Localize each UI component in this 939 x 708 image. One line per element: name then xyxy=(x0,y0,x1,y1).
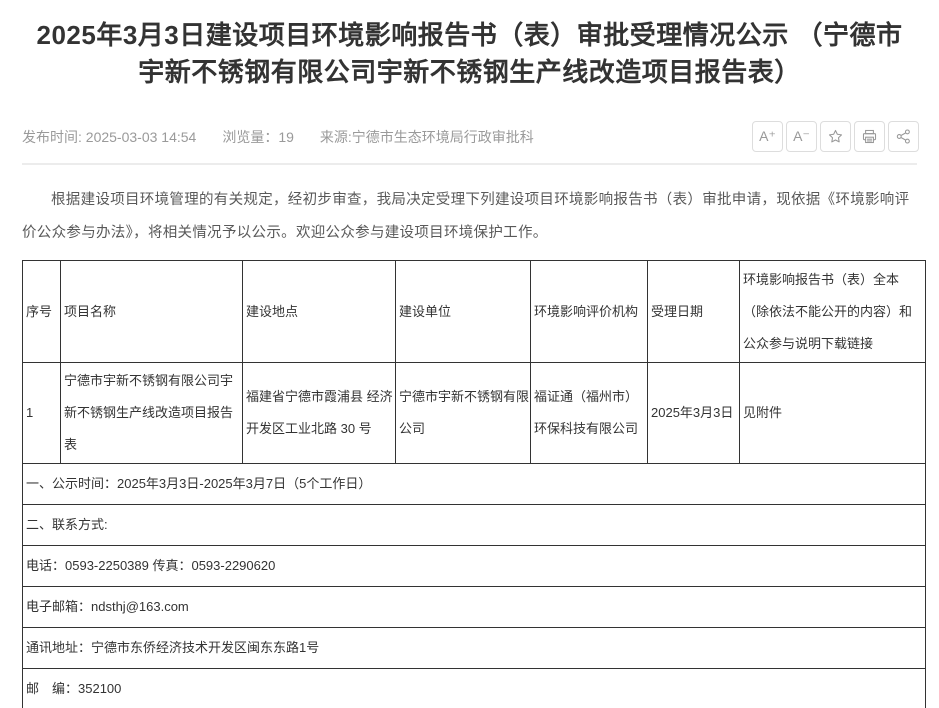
col-header-eia-agency: 环境影响评价机构 xyxy=(531,261,648,363)
cell-project-name: 宁德市宇新不锈钢有限公司宇新不锈钢生产线改造项目报告表 xyxy=(61,363,243,464)
approval-table: 序号 项目名称 建设地点 建设单位 环境影响评价机构 受理日期 环境影响报告书（… xyxy=(22,260,926,708)
notice-row-email: 电子邮箱：ndsthj@163.com xyxy=(23,587,926,628)
table-header-row: 序号 项目名称 建设地点 建设单位 环境影响评价机构 受理日期 环境影响报告书（… xyxy=(23,261,926,363)
publicity-period-text: 一、公示时间：2025年3月3日-2025年3月7日（5个工作日） xyxy=(23,464,926,505)
notice-row-phone-fax: 电话：0593-2250389 传真：0593-2290620 xyxy=(23,546,926,587)
notice-row-postcode: 邮 编：352100 xyxy=(23,669,926,708)
view-count: 浏览量：19 xyxy=(222,127,294,147)
meta-info: 发布时间: 2025-03-03 14:54 浏览量：19 来源:宁德市生态环境… xyxy=(22,127,534,147)
share-button[interactable] xyxy=(888,121,919,152)
font-increase-button[interactable]: A⁺ xyxy=(752,121,783,152)
star-icon xyxy=(827,128,844,145)
col-header-index: 序号 xyxy=(23,261,61,363)
cell-accept-date: 2025年3月3日 xyxy=(648,363,740,464)
print-button[interactable] xyxy=(854,121,885,152)
notice-row-contact-heading: 二、联系方式: xyxy=(23,505,926,546)
email-text: 电子邮箱：ndsthj@163.com xyxy=(23,587,926,628)
notice-row-publicity-period: 一、公示时间：2025年3月3日-2025年3月7日（5个工作日） xyxy=(23,464,926,505)
col-header-download-link: 环境影响报告书（表）全本 （除依法不能公开的内容）和 公众参与说明下载链接 xyxy=(740,261,926,363)
phone-fax-text: 电话：0593-2250389 传真：0593-2290620 xyxy=(23,546,926,587)
share-icon xyxy=(895,128,912,145)
font-increase-label: A⁺ xyxy=(759,128,776,145)
font-decrease-label: A⁻ xyxy=(793,128,810,145)
favorite-button[interactable] xyxy=(820,121,851,152)
publish-time: 发布时间: 2025-03-03 14:54 xyxy=(22,127,196,147)
table-row: 1 宁德市宇新不锈钢有限公司宇新不锈钢生产线改造项目报告表 福建省宁德市霞浦县 … xyxy=(23,363,926,464)
font-decrease-button[interactable]: A⁻ xyxy=(786,121,817,152)
col-header-accept-date: 受理日期 xyxy=(648,261,740,363)
toolbar: A⁺ A⁻ xyxy=(752,121,919,152)
cell-attachment-link[interactable]: 见附件 xyxy=(740,363,926,464)
announcement-page: 2025年3月3日建设项目环境影响报告书（表）审批受理情况公示 （宁德市宇新不锈… xyxy=(0,0,939,708)
meta-bar: 发布时间: 2025-03-03 14:54 浏览量：19 来源:宁德市生态环境… xyxy=(22,121,919,152)
page-title: 2025年3月3日建设项目环境影响报告书（表）审批受理情况公示 （宁德市宇新不锈… xyxy=(32,17,907,91)
divider xyxy=(22,163,917,165)
postcode-text: 邮 编：352100 xyxy=(23,669,926,708)
printer-icon xyxy=(861,128,878,145)
notice-row-address: 通讯地址：宁德市东侨经济技术开发区闽东东路1号 xyxy=(23,628,926,669)
cell-index: 1 xyxy=(23,363,61,464)
cell-builder: 宁德市宇新不锈钢有限公司 xyxy=(396,363,531,464)
intro-paragraph: 根据建设项目环境管理的有关规定，经初步审查，我局决定受理下列建设项目环境影响报告… xyxy=(22,184,917,250)
col-header-project-name: 项目名称 xyxy=(61,261,243,363)
address-text: 通讯地址：宁德市东侨经济技术开发区闽东东路1号 xyxy=(23,628,926,669)
col-header-location: 建设地点 xyxy=(243,261,396,363)
col-header-builder: 建设单位 xyxy=(396,261,531,363)
cell-location: 福建省宁德市霞浦县 经济开发区工业北路 30 号 xyxy=(243,363,396,464)
contact-heading-text: 二、联系方式: xyxy=(23,505,926,546)
source: 来源:宁德市生态环境局行政审批科 xyxy=(320,127,534,147)
cell-eia-agency: 福证通（福州市）环保科技有限公司 xyxy=(531,363,648,464)
